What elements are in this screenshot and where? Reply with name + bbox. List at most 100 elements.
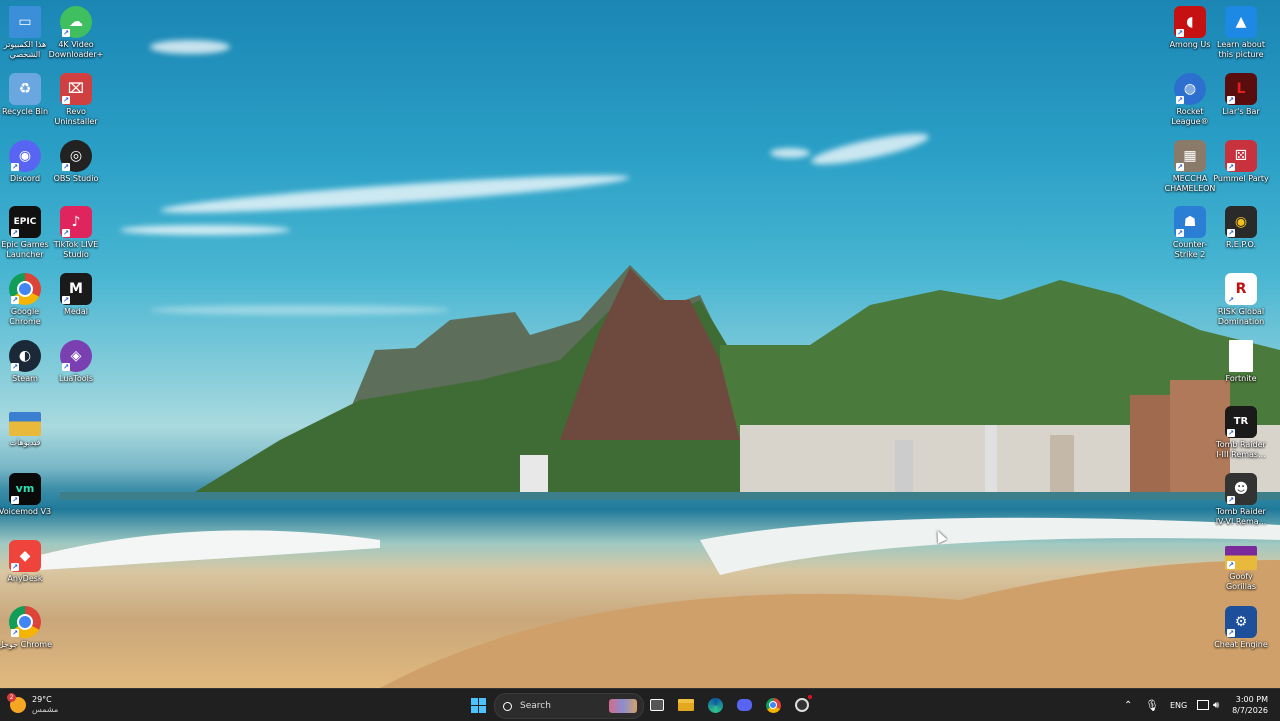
weather-temperature: 29°C — [32, 695, 52, 704]
desktop-icon-liars-bar[interactable]: L ↗ Liar's Bar — [1213, 73, 1269, 117]
task-view-icon — [650, 699, 664, 711]
clock[interactable]: 3:00 PM 8/7/2026 — [1232, 689, 1268, 721]
desktop-icon-videos-folder[interactable]: فيديوهات — [0, 406, 53, 448]
tomb-raider-icon: ☻ ↗ — [1225, 473, 1257, 505]
desktop-icon-learn-about-picture[interactable]: ▲ Learn about this picture — [1213, 6, 1269, 60]
building — [895, 440, 913, 495]
icon-label: جوجل Chrome — [0, 640, 52, 649]
edge-button[interactable] — [703, 693, 727, 717]
desktop-icon-obs-studio[interactable]: ◎ ↗ OBS Studio — [48, 140, 104, 184]
desktop-icon-tiktok-live-studio[interactable]: ♪ ↗ TikTok LIVE Studio — [48, 206, 104, 260]
desktop-icon-risk[interactable]: R ↗ RISK Global Domination — [1213, 273, 1269, 327]
desktop-icon-tomb-raider-1-3[interactable]: TR ↗ Tomb Raider I-III Remas... — [1213, 406, 1269, 460]
building — [985, 425, 997, 495]
taskbar: 2 29°C مشمس Search ⌃ 🎙︎ ENG 🔊︎ 3:00 PM 8… — [0, 688, 1280, 721]
anydesk-icon: ◆ ↗ — [9, 540, 41, 572]
desktop-icon-epic-games[interactable]: EPIC ↗ Epic Games Launcher — [0, 206, 53, 260]
desktop-icon-google-chrome[interactable]: ↗ Google Chrome — [0, 273, 53, 327]
icon-label: Fortnite — [1225, 374, 1257, 383]
cheat-engine-icon: ⚙ ↗ — [1225, 606, 1257, 638]
weather-widget[interactable]: 2 29°C مشمس — [7, 692, 58, 718]
meccha-chameleon-icon: ▦ ↗ — [1174, 140, 1206, 172]
steam-icon: ◐ ↗ — [9, 340, 41, 372]
obs-studio-icon: ◎ ↗ — [60, 140, 92, 172]
icon-label: RISK Global Domination — [1217, 307, 1265, 326]
desktop-icon-pummel-party[interactable]: ⚄ ↗ Pummel Party — [1213, 140, 1269, 184]
show-hidden-icons-button[interactable]: ⌃ — [1124, 689, 1132, 721]
discord-taskbar-button[interactable] — [732, 693, 756, 717]
desktop-icon-rocket-league[interactable]: ◍ ↗ Rocket League® — [1162, 73, 1218, 127]
desktop-icon-recycle-bin[interactable]: ♻ Recycle Bin — [0, 73, 53, 117]
edge-icon — [707, 697, 723, 713]
icon-label: Tomb Raider I-III Remas... — [1216, 440, 1266, 459]
taskbar-search-box[interactable]: Search — [494, 693, 644, 719]
tiktok-live-studio-icon: ♪ ↗ — [60, 206, 92, 238]
chrome-taskbar-button[interactable] — [761, 693, 785, 717]
icon-label: Liar's Bar — [1222, 107, 1260, 116]
desktop-icon-luatools[interactable]: ◈ ↗ LuaTools — [48, 340, 104, 384]
language-indicator[interactable]: ENG — [1170, 689, 1187, 721]
tower — [520, 455, 548, 495]
icon-label: Google Chrome — [9, 307, 41, 326]
task-view-button[interactable] — [645, 693, 669, 717]
icon-label: Among Us — [1169, 40, 1211, 49]
icon-label: Discord — [9, 174, 41, 183]
desktop-icon-tomb-raider-4-6[interactable]: ☻ ↗ Tomb Raider IV-VI Rema... — [1213, 473, 1269, 527]
desktop-icon-goofy-gorillas[interactable]: ↗ Goofy Gorillas — [1213, 540, 1269, 592]
desktop-icon-among-us[interactable]: ◖ ↗ Among Us — [1162, 6, 1218, 50]
counter-strike-icon: ☗ ↗ — [1174, 206, 1206, 238]
icon-label: Epic Games Launcher — [1, 240, 49, 259]
network-button[interactable] — [1197, 689, 1209, 721]
wave — [40, 530, 380, 570]
desktop-icon-cheat-engine[interactable]: ⚙ ↗ Cheat Engine — [1213, 606, 1269, 650]
microphone-button[interactable]: 🎙︎ — [1145, 689, 1159, 721]
icon-label: Voicemod V3 — [0, 507, 52, 516]
file-explorer-icon — [678, 699, 694, 711]
desktop-icon-anydesk[interactable]: ◆ ↗ AnyDesk — [0, 540, 53, 584]
icon-label: Tomb Raider IV-VI Rema... — [1215, 507, 1267, 526]
volume-button[interactable]: 🔊︎ — [1213, 689, 1219, 721]
icon-label: Revo Uninstaller — [54, 107, 98, 126]
4k-video-downloader-icon: ☁ ↗ — [60, 6, 92, 38]
file-explorer-button[interactable] — [674, 693, 698, 717]
risk-icon: R ↗ — [1225, 273, 1257, 305]
windows-logo-icon — [470, 697, 486, 713]
folder-icon — [9, 412, 41, 436]
icon-label: Rocket League® — [1171, 107, 1209, 126]
repo-icon: ◉ ↗ — [1225, 206, 1257, 238]
icon-label: Recycle Bin — [1, 107, 49, 116]
language-label: ENG — [1170, 700, 1188, 710]
desktop-icon-medal[interactable]: M ↗ Medal — [48, 273, 104, 317]
desktop-icon-fortnite[interactable]: Fortnite — [1213, 340, 1269, 384]
revo-uninstaller-icon: ⌧ ↗ — [60, 73, 92, 105]
desktop-icon-4k-video-downloader[interactable]: ☁ ↗ 4K Video Downloader+ — [48, 6, 104, 60]
among-us-icon: ◖ ↗ — [1174, 6, 1206, 38]
desktop-icon-voicemod[interactable]: vm ↗ Voicemod V3 — [0, 473, 53, 517]
desktop-icon-this-pc[interactable]: ▭ هذا الكمبيوتر الشخصي — [0, 6, 53, 60]
desktop-icon-discord[interactable]: ◉ ↗ Discord — [0, 140, 53, 184]
volume-icon: 🔊︎ — [1213, 699, 1220, 711]
icon-label: LuaTools — [59, 374, 93, 383]
desktop-icon-meccha-chameleon[interactable]: ▦ ↗ MECCHA CHAMELEON — [1162, 140, 1218, 194]
this-pc-icon: ▭ — [9, 6, 41, 38]
icon-label: OBS Studio — [53, 174, 99, 183]
fortnite-file-icon — [1229, 340, 1253, 372]
desktop-icon-counter-strike[interactable]: ☗ ↗ Counter-Strike 2 — [1162, 206, 1218, 260]
sand — [380, 560, 1280, 688]
desktop-icon-repo[interactable]: ◉ ↗ R.E.P.O. — [1213, 206, 1269, 250]
obs-taskbar-button[interactable] — [790, 693, 814, 717]
google-chrome-icon — [765, 697, 781, 713]
liars-bar-icon: L ↗ — [1225, 73, 1257, 105]
desktop-icon-revo-uninstaller[interactable]: ⌧ ↗ Revo Uninstaller — [48, 73, 104, 127]
shore — [60, 492, 1280, 500]
rocket-league-icon: ◍ ↗ — [1174, 73, 1206, 105]
desktop-icon-google-chrome-2[interactable]: ↗ جوجل Chrome — [0, 606, 53, 650]
start-button[interactable] — [466, 693, 490, 717]
luatools-icon: ◈ ↗ — [60, 340, 92, 372]
voicemod-icon: vm ↗ — [9, 473, 41, 505]
medal-icon: M ↗ — [60, 273, 92, 305]
desktop-icon-steam[interactable]: ◐ ↗ Steam — [0, 340, 53, 384]
discord-icon — [736, 699, 752, 711]
building — [1050, 435, 1074, 495]
icon-label: Cheat Engine — [1214, 640, 1268, 649]
